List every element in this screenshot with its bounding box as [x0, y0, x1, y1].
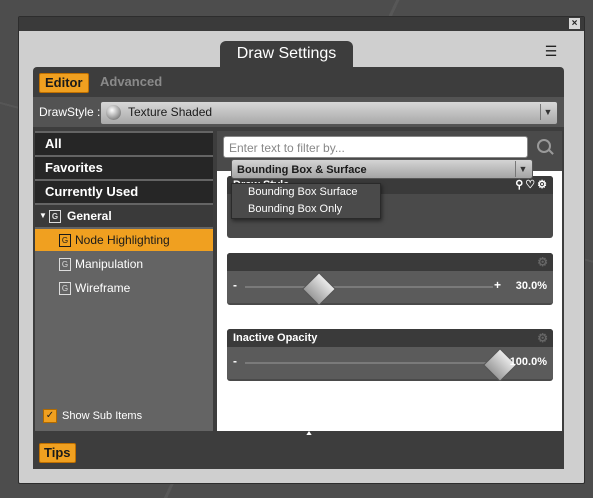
decrement-icon[interactable]: - [233, 278, 237, 292]
tab-editor[interactable]: Editor [39, 73, 89, 93]
tips-button[interactable]: Tips [39, 443, 76, 463]
group-icon: G [59, 282, 71, 295]
menu-item-bounding-box-surface[interactable]: Bounding Box Surface [232, 184, 380, 201]
increment-icon[interactable]: + [494, 278, 501, 292]
group-icon: G [49, 210, 61, 223]
footer-bar: Tips [33, 435, 564, 469]
draw-settings-pane: × Draw Settings ☰ Editor Advanced DrawSt… [18, 16, 585, 484]
sidebar-item-manipulation[interactable]: G Manipulation [35, 253, 213, 275]
sidebar-item-node-highlighting[interactable]: G Node Highlighting [35, 229, 213, 251]
menu-item-bounding-box-only[interactable]: Bounding Box Only [232, 201, 380, 218]
active-opacity-slider[interactable]: - + 30.0% [227, 271, 553, 305]
draw-style-dropdown[interactable]: Bounding Box & Surface ▼ [231, 159, 533, 179]
property-area: Enter text to filter by... Draw Style ⚲♡… [217, 131, 562, 431]
triangle-down-icon[interactable]: ▼ [39, 205, 47, 227]
inactive-opacity-property: Inactive Opacity ⚙ - 100.0% [227, 329, 553, 381]
sphere-icon [106, 105, 121, 120]
sidebar-item-all[interactable]: All [35, 133, 213, 155]
inactive-opacity-value[interactable]: 100.0% [510, 356, 547, 368]
search-icon[interactable] [537, 139, 551, 153]
gear-icon[interactable]: ⚙ [537, 253, 548, 271]
sidebar-group-label: General [67, 209, 112, 223]
group-icon: G [59, 234, 71, 247]
checkmark-icon: ✓ [43, 409, 57, 423]
slider-track[interactable] [245, 362, 505, 364]
sidebar-item-wireframe[interactable]: G Wireframe [35, 277, 213, 299]
decrement-icon[interactable]: - [233, 354, 237, 368]
slider-handle[interactable] [302, 272, 337, 305]
slider-track[interactable] [245, 286, 493, 288]
property-label: Inactive Opacity [233, 332, 318, 344]
pane-top-strip: × [19, 17, 584, 31]
active-opacity-header: ⚙ [227, 253, 553, 271]
sidebar-item-label: Manipulation [75, 257, 144, 271]
active-opacity-property: ⚙ - + 30.0% [227, 253, 553, 305]
category-list: All Favorites Currently Used ▼ G General… [35, 131, 213, 431]
pane-title[interactable]: Draw Settings [220, 41, 353, 67]
filter-input[interactable]: Enter text to filter by... [223, 136, 528, 158]
inactive-opacity-slider[interactable]: - 100.0% [227, 347, 553, 381]
sidebar-item-favorites[interactable]: Favorites [35, 157, 213, 179]
active-opacity-value[interactable]: 30.0% [516, 280, 547, 292]
gear-icon[interactable]: ⚙ [537, 329, 548, 347]
show-sub-items-checkbox[interactable]: ✓ Show Sub Items [43, 409, 142, 423]
pane-menu-icon[interactable]: ☰ [540, 41, 562, 61]
chevron-down-icon: ▼ [540, 104, 555, 120]
drawstyle-select[interactable]: Texture Shaded ▼ [100, 101, 558, 125]
sidebar-item-currently-used[interactable]: Currently Used [35, 181, 213, 203]
pane-content: Editor Advanced DrawStyle : Texture Shad… [33, 67, 564, 469]
close-icon[interactable]: × [569, 18, 580, 29]
group-icon: G [59, 258, 71, 271]
chevron-down-icon: ▼ [515, 161, 530, 177]
drawstyle-value: Texture Shaded [128, 105, 213, 119]
draw-style-options-menu: Bounding Box Surface Bounding Box Only [231, 183, 381, 219]
drawstyle-row: DrawStyle : Texture Shaded ▼ [33, 97, 564, 127]
show-sub-items-label: Show Sub Items [62, 409, 143, 422]
sidebar-group-general[interactable]: ▼ G General [35, 205, 213, 227]
draw-style-value: Bounding Box & Surface [237, 164, 367, 176]
inactive-opacity-header: Inactive Opacity ⚙ [227, 329, 553, 347]
tab-advanced[interactable]: Advanced [100, 73, 162, 91]
sidebar-item-label: Node Highlighting [75, 233, 170, 247]
drawstyle-label: DrawStyle : [39, 105, 101, 119]
sidebar-item-label: Wireframe [75, 281, 131, 295]
